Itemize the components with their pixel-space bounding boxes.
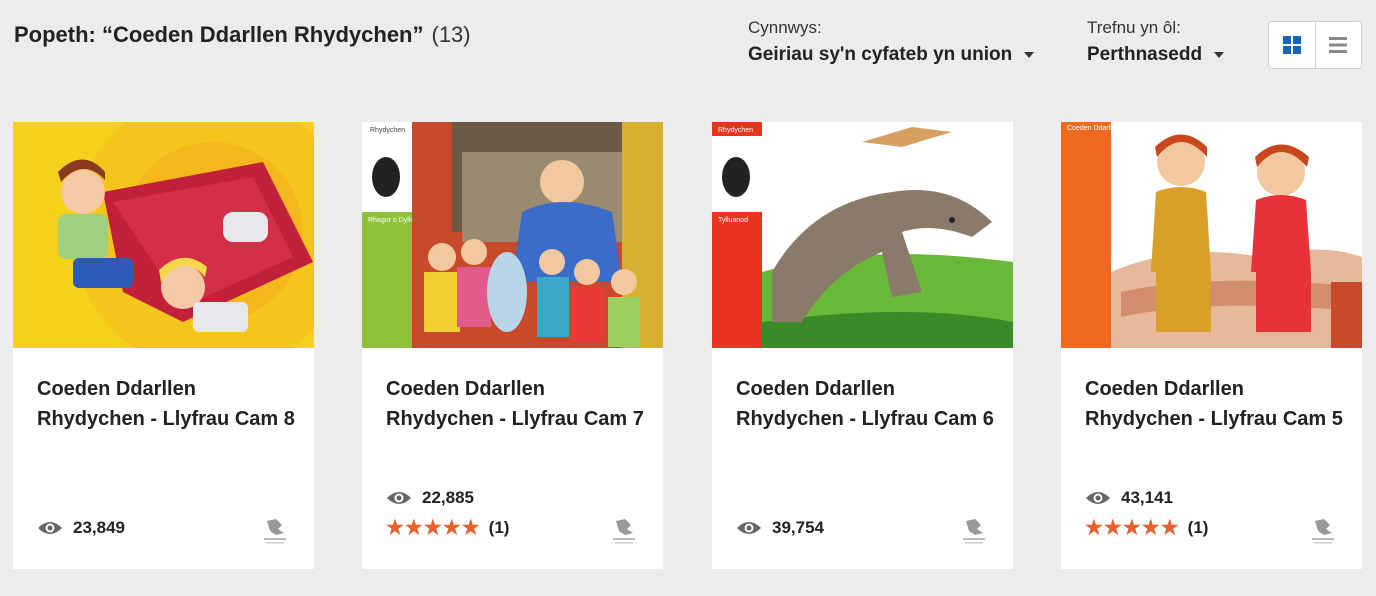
- view-count: 43,141: [1085, 488, 1173, 508]
- view-count: 23,849: [37, 518, 125, 538]
- results-header: Popeth: “Coeden Ddarllen Rhydychen” (13) …: [0, 0, 1376, 100]
- result-count: (13): [431, 22, 471, 47]
- eye-icon: [1086, 492, 1110, 504]
- resource-card[interactable]: Coeden Ddarllen Rhydychen - Llyfrau Cam …: [13, 122, 314, 569]
- resource-card[interactable]: Rhydychen Rhagor o Dylluanod Coeden Ddar…: [362, 122, 663, 569]
- cover-label: Tylluanod: [718, 217, 748, 224]
- card-stats: 22,885: [386, 488, 474, 508]
- search-title: Popeth: “Coeden Ddarllen Rhydychen”: [14, 22, 424, 47]
- view-count: 22,885: [386, 488, 474, 508]
- rating: ★★★★★ (1): [1085, 518, 1208, 538]
- publisher-logo-icon: [963, 519, 985, 544]
- card-rating: ★★★★★ (1): [1085, 518, 1208, 538]
- card-title[interactable]: Coeden Ddarllen Rhydychen - Llyfrau Cam …: [37, 374, 297, 434]
- book-cover-image[interactable]: Coeden Ddarllen Rhydychen: [1061, 122, 1362, 348]
- view-count: 39,754: [736, 518, 824, 538]
- cover-strip-text: Coeden Ddarllen Rhydychen: [1067, 125, 1157, 132]
- content-filter-dropdown[interactable]: Geiriau sy'n cyfateb yn union: [748, 44, 1035, 66]
- sort-value: Perthnasedd: [1087, 44, 1203, 65]
- view-toggle: [1268, 21, 1362, 69]
- view-count-value: 23,849: [73, 518, 125, 537]
- cover-strip-text: Rhydychen: [718, 127, 753, 134]
- caret-down-icon: [1024, 52, 1035, 58]
- view-count-value: 39,754: [772, 518, 824, 537]
- list-icon: [1329, 37, 1348, 53]
- resource-card[interactable]: Coeden Ddarllen Rhydychen Coeden Ddarlle…: [1061, 122, 1362, 569]
- book-cover-image[interactable]: Rhydychen Rhagor o Dylluanod: [362, 122, 663, 348]
- card-title[interactable]: Coeden Ddarllen Rhydychen - Llyfrau Cam …: [1085, 374, 1345, 434]
- card-rating: ★★★★★ (1): [386, 518, 509, 538]
- grid-view-button[interactable]: [1269, 22, 1315, 68]
- publisher-logo-icon: [264, 519, 286, 544]
- caret-down-icon: [1214, 52, 1225, 58]
- content-filter: Cynnwys: Geiriau sy'n cyfateb yn union: [748, 18, 1035, 66]
- eye-icon: [387, 492, 411, 504]
- book-cover-image[interactable]: Rhydychen Tylluanod: [712, 122, 1013, 348]
- eye-icon: [737, 522, 761, 534]
- sort-dropdown[interactable]: Perthnasedd: [1087, 44, 1225, 66]
- view-count-value: 22,885: [422, 488, 474, 507]
- book-cover-image[interactable]: [13, 122, 314, 348]
- rating: ★★★★★ (1): [386, 518, 509, 538]
- card-stats: 43,141: [1085, 488, 1173, 508]
- card-stats: 39,754: [736, 518, 824, 538]
- content-filter-label: Cynnwys:: [748, 18, 822, 37]
- page-title: Popeth: “Coeden Ddarllen Rhydychen” (13): [14, 22, 471, 48]
- publisher-logo-icon: [613, 519, 635, 544]
- star-rating-icon: ★★★★★: [1085, 517, 1180, 539]
- rating-count: (1): [488, 518, 510, 537]
- eye-icon: [38, 522, 62, 534]
- publisher-logo-icon: [1312, 519, 1334, 544]
- content-filter-value: Geiriau sy'n cyfateb yn union: [748, 44, 1013, 65]
- view-count-value: 43,141: [1121, 488, 1173, 507]
- sort-filter: Trefnu yn ôl: Perthnasedd: [1087, 18, 1225, 66]
- rating-count: (1): [1187, 518, 1209, 537]
- card-stats: 23,849: [37, 518, 125, 538]
- star-rating-icon: ★★★★★: [386, 517, 481, 539]
- card-title[interactable]: Coeden Ddarllen Rhydychen - Llyfrau Cam …: [736, 374, 996, 434]
- cover-strip-text: Rhydychen: [370, 127, 405, 134]
- resource-card[interactable]: Rhydychen Tylluanod Coeden Ddarllen Rhyd…: [712, 122, 1013, 569]
- card-title[interactable]: Coeden Ddarllen Rhydychen - Llyfrau Cam …: [386, 374, 646, 434]
- grid-icon: [1282, 36, 1301, 54]
- list-view-button[interactable]: [1314, 22, 1361, 68]
- sort-filter-label: Trefnu yn ôl:: [1087, 18, 1181, 37]
